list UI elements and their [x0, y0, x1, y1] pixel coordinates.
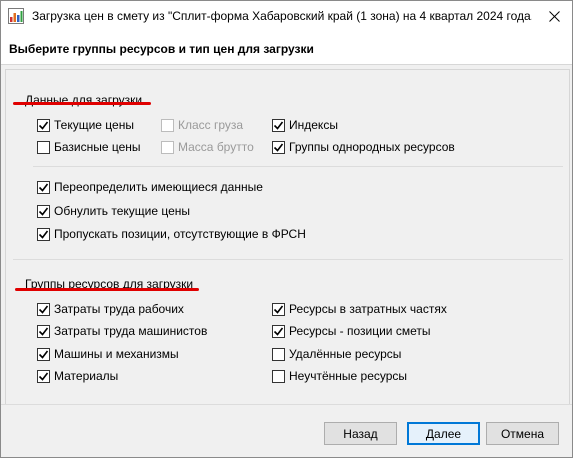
checkbox-skip-missing[interactable]: Пропускать позиции, отсутствующие в ФРСН: [37, 226, 306, 242]
checkbox-box[interactable]: [272, 140, 285, 154]
checkmark-icon: [38, 230, 49, 239]
checkbox-cost-resources[interactable]: Ресурсы в затратных частях: [272, 301, 447, 317]
checkbox-label: Масса брутто: [178, 140, 254, 154]
red-underline: [13, 102, 151, 105]
checkbox-deleted-resources[interactable]: Удалённые ресурсы: [272, 346, 401, 362]
checkbox-box: [161, 140, 174, 154]
checkbox-box[interactable]: [37, 180, 50, 194]
divider: [13, 259, 563, 260]
close-icon: [548, 10, 560, 22]
dialog-header: Выберите группы ресурсов и тип цен для з…: [1, 32, 572, 65]
next-button[interactable]: Далее: [407, 422, 480, 445]
dialog-content: Данные для загрузки Текущие цены Базисны…: [1, 65, 572, 407]
checkbox-box[interactable]: [272, 347, 285, 361]
checkbox-box[interactable]: [272, 369, 285, 383]
checkbox-label: Базисные цены: [54, 140, 141, 154]
checkmark-icon: [273, 143, 284, 152]
red-underline: [15, 288, 199, 291]
checkbox-indices[interactable]: Индексы: [272, 117, 338, 133]
spreadsheet-chart-icon: [8, 8, 24, 24]
checkmark-icon: [38, 183, 49, 192]
checkbox-worker-labor[interactable]: Затраты труда рабочих: [37, 301, 184, 317]
window-title: Загрузка цен в смету из "Сплит-форма Хаб…: [32, 9, 532, 23]
checkbox-box[interactable]: [37, 324, 50, 338]
checkbox-base-prices[interactable]: Базисные цены: [37, 139, 141, 155]
checkbox-machines[interactable]: Машины и механизмы: [37, 346, 179, 362]
checkbox-box: [161, 118, 174, 132]
checkbox-label: Ресурсы в затратных частях: [289, 302, 447, 316]
checkmark-icon: [38, 207, 49, 216]
checkmark-icon: [38, 327, 49, 336]
checkbox-label: Удалённые ресурсы: [289, 347, 402, 361]
checkbox-operator-labor[interactable]: Затраты труда машинистов: [37, 323, 207, 339]
checkbox-label: Переопределить имеющиеся данные: [54, 180, 263, 194]
checkbox-label: Класс груза: [178, 118, 244, 132]
checkmark-icon: [273, 327, 284, 336]
checkbox-label: Затраты труда рабочих: [54, 302, 184, 316]
checkmark-icon: [38, 305, 49, 314]
checkbox-box[interactable]: [37, 302, 50, 316]
checkbox-label: Пропускать позиции, отсутствующие в ФРСН: [54, 227, 306, 241]
checkbox-label: Материалы: [54, 369, 119, 383]
title-bar[interactable]: Загрузка цен в смету из "Сплит-форма Хаб…: [1, 1, 572, 32]
back-button[interactable]: Назад: [324, 422, 397, 445]
checkbox-label: Неучтённые ресурсы: [289, 369, 408, 383]
dialog-window: Загрузка цен в смету из "Сплит-форма Хаб…: [0, 0, 573, 458]
checkbox-label: Обнулить текущие цены: [54, 204, 191, 218]
checkbox-override-data[interactable]: Переопределить имеющиеся данные: [37, 179, 263, 195]
checkbox-unaccounted-resources[interactable]: Неучтённые ресурсы: [272, 368, 407, 384]
checkbox-homogeneous-groups[interactable]: Группы однородных ресурсов: [272, 139, 455, 155]
checkbox-estimate-resources[interactable]: Ресурсы - позиции сметы: [272, 323, 430, 339]
checkbox-box[interactable]: [272, 302, 285, 316]
cancel-button[interactable]: Отмена: [486, 422, 559, 445]
checkbox-box[interactable]: [37, 140, 50, 154]
checkbox-reset-prices[interactable]: Обнулить текущие цены: [37, 203, 190, 219]
checkbox-box[interactable]: [37, 204, 50, 218]
checkbox-current-prices[interactable]: Текущие цены: [37, 117, 134, 133]
checkbox-materials[interactable]: Материалы: [37, 368, 118, 384]
checkbox-label: Текущие цены: [54, 118, 134, 132]
checkmark-icon: [273, 305, 284, 314]
dialog-instruction: Выберите группы ресурсов и тип цен для з…: [9, 42, 314, 56]
close-button[interactable]: [541, 5, 567, 27]
checkbox-box[interactable]: [272, 324, 285, 338]
checkbox-label: Индексы: [289, 118, 338, 132]
dialog-footer: Назад Далее Отмена: [1, 404, 572, 457]
checkbox-box[interactable]: [37, 369, 50, 383]
checkmark-icon: [38, 372, 49, 381]
checkbox-box[interactable]: [37, 347, 50, 361]
checkmark-icon: [38, 350, 49, 359]
checkmark-icon: [38, 121, 49, 130]
checkmark-icon: [273, 121, 284, 130]
checkbox-label: Группы однородных ресурсов: [289, 140, 455, 154]
checkbox-cargo-class: Класс груза: [161, 117, 243, 133]
checkbox-box[interactable]: [37, 227, 50, 241]
divider: [33, 166, 563, 167]
checkbox-box[interactable]: [37, 118, 50, 132]
checkbox-label: Машины и механизмы: [54, 347, 179, 361]
checkbox-label: Затраты труда машинистов: [54, 324, 208, 338]
checkbox-box[interactable]: [272, 118, 285, 132]
checkbox-label: Ресурсы - позиции сметы: [289, 324, 431, 338]
checkbox-gross-weight: Масса брутто: [161, 139, 254, 155]
